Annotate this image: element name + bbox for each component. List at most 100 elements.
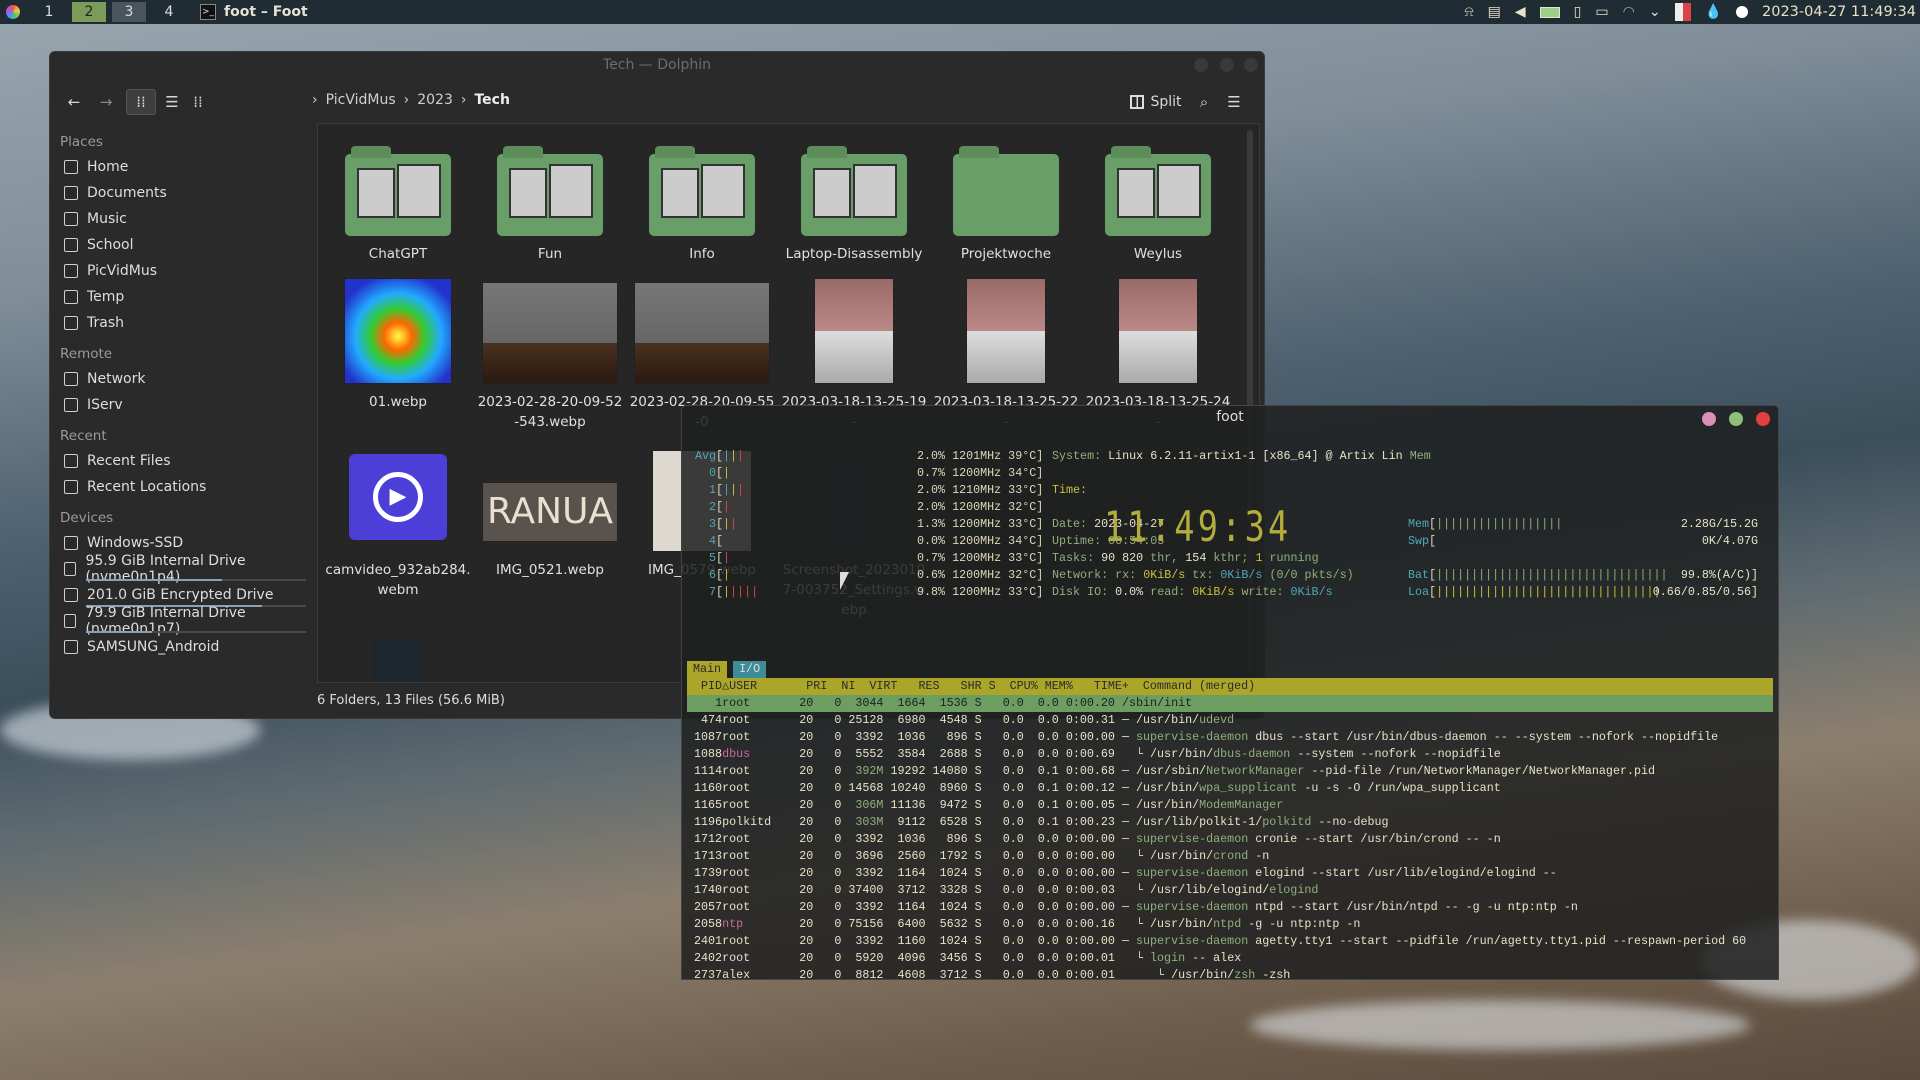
meter-bars: |||||||||||||||||||||||||||||||| — [1436, 585, 1661, 599]
cpu-stats-line: 9.8% 1200MHz 33°C] — [917, 585, 1044, 599]
cpu-meter: 7[||||| — [692, 584, 758, 601]
forward-button[interactable]: → — [96, 89, 116, 115]
compact-view-button[interactable]: ⁞⁞ — [186, 89, 210, 115]
sidebar-item[interactable]: 95.9 GiB Internal Drive (nvme0n1p4) — [50, 553, 312, 585]
status-dot-icon[interactable] — [1736, 6, 1748, 18]
icons-view-button[interactable]: ⁞⁞ — [126, 89, 156, 115]
usb-icon[interactable]: ▯ — [1574, 4, 1582, 20]
sidebar-item[interactable]: Recent Locations — [50, 474, 312, 500]
process-shr: 2688 — [939, 747, 968, 761]
sidebar-item[interactable]: Network — [50, 366, 312, 392]
display-icon[interactable]: ▭ — [1595, 4, 1608, 20]
tab-io[interactable]: I/O — [733, 661, 767, 678]
tab-main[interactable]: Main — [687, 661, 728, 678]
file-name: 2023-02-28-20-09-52-543.webp — [477, 394, 623, 430]
process-row[interactable]: 2402root 20 0 5920 4096 3456 S 0.0 0.0 0… — [687, 950, 1773, 967]
workspace-button[interactable]: 3 — [112, 2, 146, 22]
split-button[interactable]: Split — [1128, 89, 1184, 115]
process-row[interactable]: 2058ntp 20 0 75156 6400 5632 S 0.0 0.0 0… — [687, 916, 1773, 933]
sidebar-item[interactable]: 79.9 GiB Internal Drive (nvme0n1p7) — [50, 605, 312, 637]
file-item[interactable] — [322, 628, 474, 682]
workspace-button[interactable]: 1 — [32, 2, 66, 22]
process-row[interactable]: 1root 20 0 3044 1664 1536 S 0.0 0.0 0:00… — [687, 695, 1773, 712]
close-button[interactable] — [1244, 58, 1258, 72]
process-rest: --system --nofork --nopidfile — [1290, 747, 1501, 761]
process-rest: elogind --start /usr/lib/elogind/elogind… — [1248, 866, 1557, 880]
keyboard-layout-icon[interactable] — [1674, 3, 1691, 21]
minimize-button[interactable] — [1702, 412, 1716, 426]
process-row[interactable]: 1165root 20 0 306M 11136 9472 S 0.0 0.1 … — [687, 797, 1773, 814]
process-row[interactable]: 1114root 20 0 392M 19292 14080 S 0.0 0.1… — [687, 763, 1773, 780]
sidebar-item[interactable]: Music — [50, 206, 312, 232]
htop[interactable]: Avg[||| 0[| 1[||| 2[| 3[|| 4[5[| 6[| 7[||||| 2.… — [682, 448, 1778, 979]
clock[interactable]: 2023-04-27 11:49:34 — [1762, 4, 1916, 20]
close-button[interactable] — [1756, 412, 1770, 426]
file-item[interactable]: 01.webp — [322, 272, 474, 440]
process-row[interactable]: 474root 20 0 25128 6980 4548 S 0.0 0.0 0… — [687, 712, 1773, 729]
meter-mem: Mem[|||||||||||||||||| 2.28G/15.2G — [1408, 517, 1758, 531]
maximize-button[interactable] — [1220, 58, 1234, 72]
night-color-icon[interactable]: 💧 — [1705, 4, 1722, 20]
sidebar-item[interactable]: Recent Files — [50, 448, 312, 474]
process-rest: -u -s -O /run/wpa_supplicant — [1297, 781, 1501, 795]
file-item[interactable]: ▶ camvideo_932ab284.webm — [322, 440, 474, 628]
sidebar-item[interactable]: Temp — [50, 284, 312, 310]
file-item[interactable]: Projektwoche — [930, 124, 1082, 272]
chevron-down-icon[interactable]: ⌄ — [1649, 4, 1661, 20]
sidebar-item[interactable]: SAMSUNG_Android — [50, 634, 312, 660]
process-cpu: 0.0 — [1002, 849, 1024, 863]
process-row[interactable]: 1088dbus 20 0 5552 3584 2688 S 0.0 0.0 0… — [687, 746, 1773, 763]
process-rest: -- alex — [1185, 951, 1242, 965]
breadcrumb-item[interactable]: 2023 — [417, 92, 453, 108]
maximize-button[interactable] — [1729, 412, 1743, 426]
sidebar-item[interactable]: Trash — [50, 310, 312, 336]
breadcrumb-current[interactable]: Tech — [474, 92, 509, 108]
file-item[interactable]: Info — [626, 124, 778, 272]
process-row[interactable]: 1713root 20 0 3696 2560 1792 S 0.0 0.0 0… — [687, 848, 1773, 865]
file-item[interactable]: Laptop-Disassembly — [778, 124, 930, 272]
process-table-header[interactable]: PID△USER PRI NI VIRT RES SHR S CPU% MEM%… — [687, 678, 1773, 695]
search-button[interactable]: ⌕ — [1192, 89, 1216, 115]
file-thumbnail — [497, 124, 603, 244]
process-row[interactable]: 2737alex 20 0 8812 4608 3712 S 0.0 0.0 0… — [687, 967, 1773, 979]
notifications-icon[interactable]: ⍾ — [1464, 4, 1473, 20]
sidebar-item[interactable]: IServ — [50, 392, 312, 418]
process-ni: 0 — [834, 798, 842, 812]
process-row[interactable]: 1740root 20 0 37400 3712 3328 S 0.0 0.0 … — [687, 882, 1773, 899]
breadcrumb-item[interactable]: PicVidMus — [326, 92, 396, 108]
process-ni: 0 — [834, 883, 842, 897]
file-item[interactable]: RANUA IMG_0521.webp — [474, 440, 626, 628]
process-row[interactable]: 1196polkitd 20 0 303M 9112 6528 S 0.0 0.… — [687, 814, 1773, 831]
drive-icon — [64, 536, 78, 550]
process-row[interactable]: 1739root 20 0 3392 1164 1024 S 0.0 0.0 0… — [687, 865, 1773, 882]
process-row[interactable]: 1712root 20 0 3392 1036 896 S 0.0 0.0 0:… — [687, 831, 1773, 848]
process-row[interactable]: 1087root 20 0 3392 1036 896 S 0.0 0.0 0:… — [687, 729, 1773, 746]
file-item[interactable]: ChatGPT — [322, 124, 474, 272]
process-row[interactable]: 1160root 20 0 14568 10240 8960 S 0.0 0.1… — [687, 780, 1773, 797]
process-row[interactable]: 2401root 20 0 3392 1160 1024 S 0.0 0.0 0… — [687, 933, 1773, 950]
sidebar-item[interactable]: Documents — [50, 180, 312, 206]
volume-icon[interactable]: ◀ — [1515, 4, 1526, 20]
details-view-button[interactable]: ☰ — [160, 89, 184, 115]
cpu-bar: | — [723, 568, 731, 582]
file-item[interactable]: Weylus — [1082, 124, 1234, 272]
clipboard-icon[interactable]: ▤ — [1488, 4, 1501, 20]
sidebar-item[interactable]: Home — [50, 154, 312, 180]
process-s: S — [974, 832, 982, 846]
minimize-button[interactable] — [1194, 58, 1208, 72]
file-item[interactable]: 2023-02-28-20-09-52-543.webp — [474, 272, 626, 440]
wifi-icon[interactable]: ◠ — [1623, 4, 1635, 20]
workspace-button[interactable]: 2 — [72, 2, 106, 22]
meter-value: 0.66/0.85/0.56] — [1652, 585, 1758, 599]
workspace-switcher: 1234 — [26, 2, 186, 22]
sidebar-item[interactable]: PicVidMus — [50, 258, 312, 284]
launcher-icon[interactable] — [6, 5, 20, 19]
process-row[interactable]: 2057root 20 0 3392 1164 1024 S 0.0 0.0 0… — [687, 899, 1773, 916]
back-button[interactable]: ← — [64, 89, 84, 115]
battery-icon[interactable] — [1539, 6, 1560, 18]
file-item[interactable]: Fun — [474, 124, 626, 272]
workspace-button[interactable]: 4 — [152, 2, 186, 22]
process-hl: polkitd — [1262, 815, 1312, 829]
menu-button[interactable]: ☰ — [1222, 89, 1246, 115]
sidebar-item[interactable]: School — [50, 232, 312, 258]
